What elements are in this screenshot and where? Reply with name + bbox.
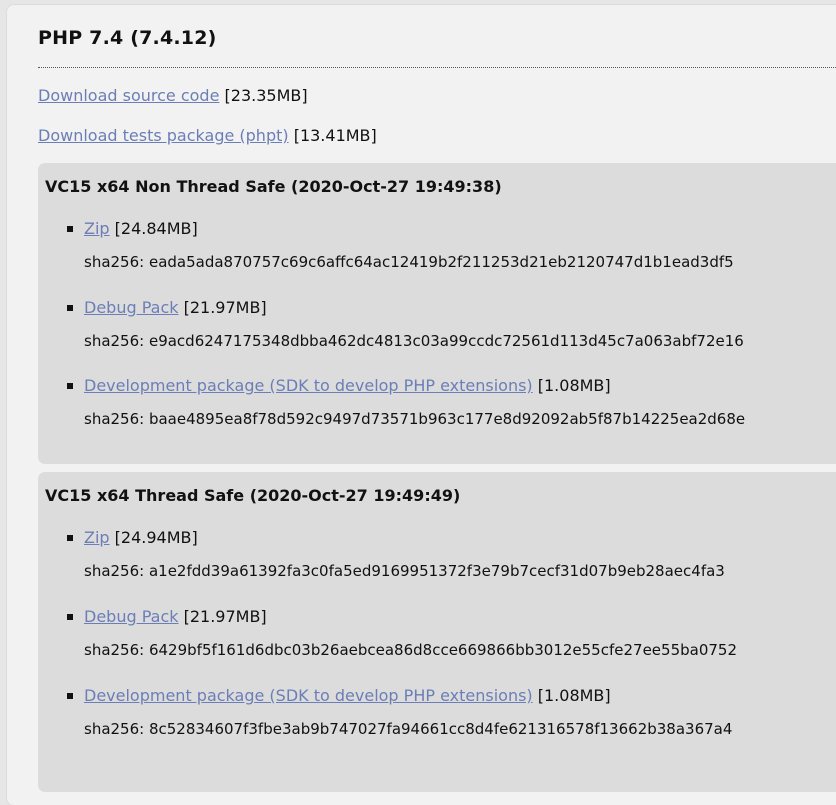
- build-ts: VC15 x64 Thread Safe (2020-Oct-27 19:49:…: [38, 472, 836, 792]
- package-sha256: sha256: eada5ada870757c69c6affc64ac12419…: [84, 253, 734, 271]
- tests-size: [13.41MB]: [293, 126, 377, 145]
- bullet-icon: [67, 693, 73, 699]
- package-sha256: sha256: a1e2fdd39a61392fa3c0fa5ed9169951…: [84, 562, 725, 580]
- bullet-icon: [67, 305, 73, 311]
- bullet-icon: [67, 614, 73, 620]
- build-nts: VC15 x64 Non Thread Safe (2020-Oct-27 19…: [38, 163, 836, 464]
- zip-link[interactable]: Zip: [84, 219, 110, 238]
- package-size: [24.94MB]: [114, 528, 198, 547]
- source-size: [23.35MB]: [224, 86, 308, 105]
- package-sha256: sha256: 6429bf5f161d6dbc03b26aebcea86d8c…: [84, 641, 737, 659]
- package-sha256: sha256: baae4895ea8f78d592c9497d73571b96…: [84, 410, 746, 428]
- download-tests-link[interactable]: Download tests package (phpt): [38, 126, 289, 145]
- package-debug: Debug Pack [21.97MB]: [67, 298, 267, 317]
- package-zip: Zip [24.94MB]: [67, 528, 198, 547]
- package-size: [24.84MB]: [114, 219, 198, 238]
- package-sha256: sha256: e9acd6247175348dbba462dc4813c03a…: [84, 332, 744, 350]
- bullet-icon: [67, 226, 73, 232]
- release-panel: PHP 7.4 (7.4.12) Download source code [2…: [7, 5, 836, 805]
- divider: [38, 67, 836, 68]
- package-debug: Debug Pack [21.97MB]: [67, 607, 267, 626]
- package-size: [1.08MB]: [537, 376, 611, 395]
- development-package-link[interactable]: Development package (SDK to develop PHP …: [84, 376, 533, 395]
- bullet-icon: [67, 383, 73, 389]
- package-devel: Development package (SDK to develop PHP …: [67, 686, 611, 705]
- zip-link[interactable]: Zip: [84, 528, 110, 547]
- debug-pack-link[interactable]: Debug Pack: [84, 607, 179, 626]
- package-size: [21.97MB]: [183, 607, 267, 626]
- source-download-line: Download source code [23.35MB]: [38, 86, 308, 105]
- package-sha256: sha256: 8c52834607f3fbe3ab9b747027fa9466…: [84, 720, 733, 738]
- package-zip: Zip [24.84MB]: [67, 219, 198, 238]
- package-devel: Development package (SDK to develop PHP …: [67, 376, 611, 395]
- build-title: VC15 x64 Thread Safe (2020-Oct-27 19:49:…: [45, 486, 461, 505]
- build-title: VC15 x64 Non Thread Safe (2020-Oct-27 19…: [45, 177, 502, 196]
- version-title: PHP 7.4 (7.4.12): [38, 27, 217, 49]
- package-size: [1.08MB]: [537, 686, 611, 705]
- bullet-icon: [67, 535, 73, 541]
- debug-pack-link[interactable]: Debug Pack: [84, 298, 179, 317]
- tests-download-line: Download tests package (phpt) [13.41MB]: [38, 126, 377, 145]
- download-source-link[interactable]: Download source code: [38, 86, 219, 105]
- package-size: [21.97MB]: [183, 298, 267, 317]
- development-package-link[interactable]: Development package (SDK to develop PHP …: [84, 686, 533, 705]
